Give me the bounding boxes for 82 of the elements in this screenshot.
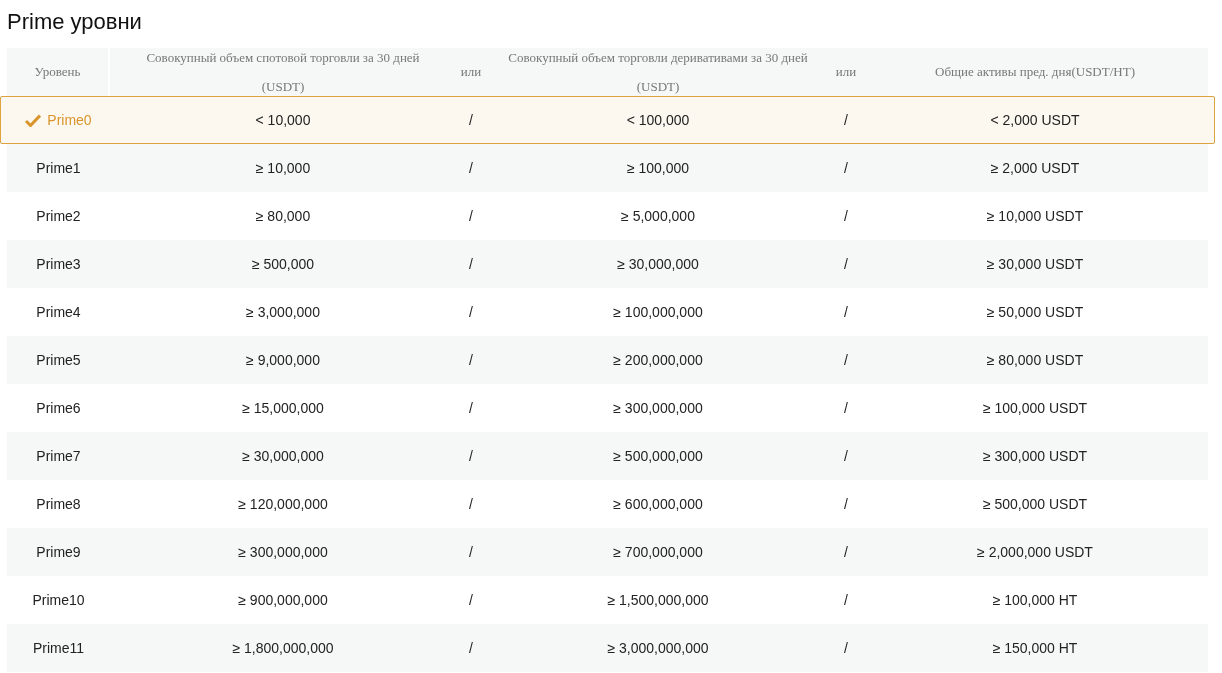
table-cell: /: [469, 255, 473, 272]
table-cell: ≥ 150,000 HT: [992, 639, 1078, 656]
table-cell: /: [844, 351, 848, 368]
table-cell: ≥ 15,000,000: [242, 399, 324, 416]
table-cell: /: [469, 495, 473, 512]
table-cell: ≥ 3,000,000,000: [607, 639, 709, 656]
table-cell: /: [844, 591, 848, 608]
table-cell: ≥ 30,000,000: [242, 447, 324, 464]
header-label: Совокупный объем спотовой торговли за 30 дней: [146, 49, 420, 67]
header-label: Совокупный объем торговли деривативами за 30 дней: [508, 49, 808, 67]
table-cell: ≥ 3,000,000: [246, 303, 320, 320]
header-unit: (USDT): [636, 77, 680, 96]
table-cell: /: [469, 207, 473, 224]
table-cell: /: [844, 447, 848, 464]
page-title: Prime уровни: [7, 8, 143, 36]
header-cell: Общие активы пред. дня(USDT/HT): [862, 48, 1208, 96]
table-cell: /: [469, 447, 473, 464]
level-name: Prime4: [36, 302, 81, 322]
table-cell: /: [844, 303, 848, 320]
level-name: Prime0: [47, 110, 92, 130]
table-cell: /: [469, 159, 473, 176]
level-name: Prime3: [36, 254, 81, 274]
table-cell: ≥ 700,000,000: [613, 543, 703, 560]
table-cell: ≥ 120,000,000: [238, 495, 328, 512]
table-cell: /: [469, 639, 473, 656]
table-cell: ≥ 500,000 USDT: [982, 495, 1088, 512]
level-name: Prime9: [36, 542, 81, 562]
level-name: Prime6: [36, 398, 81, 418]
table-cell: ≥ 300,000,000: [613, 399, 703, 416]
table-cell: ≥ 50,000 USDT: [986, 303, 1084, 320]
header-cell: или: [456, 48, 486, 96]
table-cell: ≥ 80,000: [255, 207, 311, 224]
table-cell: ≥ 200,000,000: [613, 351, 703, 368]
table-cell: /: [469, 399, 473, 416]
header-cell: Уровень: [7, 48, 108, 96]
table-cell: < 10,000: [255, 111, 311, 128]
level-name: Prime10: [32, 590, 85, 610]
table-cell: /: [844, 543, 848, 560]
level-name: Prime8: [36, 494, 81, 514]
table-cell: /: [844, 495, 848, 512]
table-cell: ≥ 300,000,000: [238, 543, 328, 560]
table-cell: < 100,000: [626, 111, 690, 128]
table-cell: ≥ 80,000 USDT: [986, 351, 1084, 368]
table-cell: < 2,000 USDT: [990, 111, 1080, 128]
table-cell: /: [844, 207, 848, 224]
table-cell: ≥ 10,000 USDT: [986, 207, 1084, 224]
table-cell: ≥ 300,000 USDT: [982, 447, 1088, 464]
table-cell: ≥ 500,000,000: [613, 447, 703, 464]
table-cell: ≥ 5,000,000: [621, 207, 695, 224]
table-cell: ≥ 30,000,000: [617, 255, 699, 272]
table-cell: ≥ 900,000,000: [238, 591, 328, 608]
level-name: Prime5: [36, 350, 81, 370]
table-cell: /: [844, 639, 848, 656]
table-cell: ≥ 100,000,000: [613, 303, 703, 320]
table-cell: /: [469, 591, 473, 608]
table-cell: ≥ 30,000 USDT: [986, 255, 1084, 272]
table-cell: ≥ 500,000: [251, 255, 315, 272]
table-cell: /: [469, 543, 473, 560]
check-icon: [25, 113, 42, 127]
header-cell: или: [830, 48, 862, 96]
table-cell: /: [844, 255, 848, 272]
table-cell: ≥ 2,000 USDT: [990, 159, 1080, 176]
table-cell: /: [469, 111, 473, 128]
header-unit: (USDT): [261, 77, 305, 96]
table-cell: /: [844, 111, 848, 128]
table-cell: ≥ 100,000 HT: [992, 591, 1078, 608]
table-cell: /: [844, 159, 848, 176]
table-cell: /: [469, 351, 473, 368]
level-name: Prime2: [36, 206, 81, 226]
level-name: Prime7: [36, 446, 81, 466]
table-cell: ≥ 9,000,000: [246, 351, 320, 368]
table-cell: ≥ 10,000: [255, 159, 311, 176]
table-cell: ≥ 100,000 USDT: [982, 399, 1088, 416]
level-name: Prime11: [32, 638, 85, 658]
table-cell: /: [469, 303, 473, 320]
table-cell: /: [844, 399, 848, 416]
table-cell: ≥ 100,000: [626, 159, 690, 176]
table-cell: ≥ 2,000,000 USDT: [977, 543, 1093, 560]
table-cell: ≥ 600,000,000: [613, 495, 703, 512]
table-cell: ≥ 1,500,000,000: [607, 591, 709, 608]
level-name: Prime1: [36, 158, 81, 178]
table-cell: ≥ 1,800,000,000: [232, 639, 334, 656]
